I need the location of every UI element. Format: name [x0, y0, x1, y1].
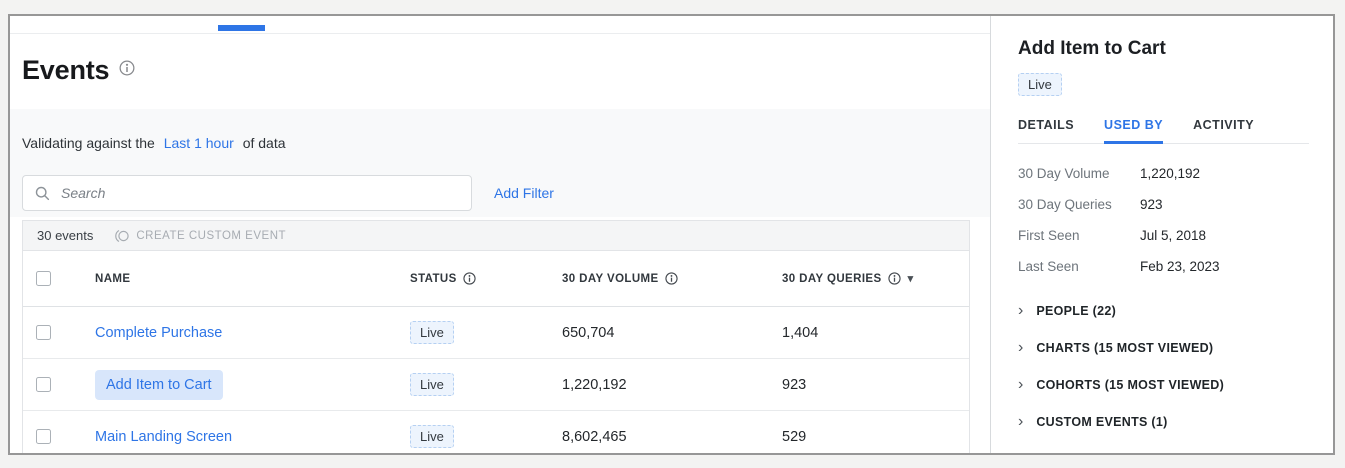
- queries-value: 529: [782, 429, 806, 445]
- time-range-link[interactable]: Last 1 hour: [164, 135, 234, 151]
- tab-used-by[interactable]: USED BY: [1104, 118, 1163, 144]
- section-people[interactable]: › PEOPLE (22): [1018, 292, 1309, 329]
- volume-info-icon[interactable]: [665, 272, 678, 285]
- tab-activity[interactable]: ACTIVITY: [1193, 118, 1254, 143]
- active-tab-indicator: [218, 25, 265, 31]
- detail-label: 30 Day Queries: [1018, 196, 1140, 214]
- row-checkbox[interactable]: [36, 325, 51, 340]
- custom-event-icon: [113, 229, 130, 243]
- detail-value: Feb 23, 2023: [1140, 258, 1220, 276]
- sort-descending-icon[interactable]: ▾: [908, 272, 914, 285]
- events-table: 30 events CREATE CUSTOM EVENT NAME STATU…: [22, 220, 970, 453]
- section-label: PEOPLE (22): [1036, 304, 1116, 318]
- search-icon: [35, 186, 50, 201]
- event-name-link[interactable]: Main Landing Screen: [95, 429, 232, 445]
- detail-row: 30 Day Queries 923: [1018, 196, 1309, 214]
- detail-value: 923: [1140, 196, 1163, 214]
- app-window: Events Validating against the Last 1 hou…: [8, 14, 1335, 455]
- section-cohorts[interactable]: › COHORTS (15 MOST VIEWED): [1018, 366, 1309, 403]
- search-placeholder: Search: [61, 185, 105, 201]
- validation-section: Validating against the Last 1 hour of da…: [10, 109, 990, 217]
- panel-sections: › PEOPLE (22) › CHARTS (15 MOST VIEWED) …: [1018, 292, 1309, 440]
- event-name-link[interactable]: Complete Purchase: [95, 325, 222, 341]
- page-header: Events: [10, 34, 990, 109]
- detail-value: Jul 5, 2018: [1140, 227, 1206, 245]
- status-badge: Live: [410, 321, 454, 344]
- event-count: 30 events: [37, 228, 93, 243]
- panel-title: Add Item to Cart: [1018, 38, 1309, 60]
- status-badge: Live: [410, 425, 454, 448]
- section-label: CHARTS (15 MOST VIEWED): [1036, 341, 1213, 355]
- validation-prefix: Validating against the: [22, 135, 155, 151]
- chevron-right-icon: ›: [1018, 303, 1023, 319]
- info-icon[interactable]: [119, 60, 135, 81]
- volume-value: 650,704: [562, 325, 614, 341]
- create-custom-event-button[interactable]: CREATE CUSTOM EVENT: [113, 229, 286, 243]
- column-header-name[interactable]: NAME: [95, 273, 130, 285]
- table-row: Main Landing Screen Live 8,602,465 529: [23, 411, 969, 453]
- select-all-checkbox[interactable]: [36, 271, 51, 286]
- section-charts[interactable]: › CHARTS (15 MOST VIEWED): [1018, 329, 1309, 366]
- column-header-volume[interactable]: 30 DAY VOLUME: [562, 273, 659, 285]
- column-header-status[interactable]: STATUS: [410, 273, 457, 285]
- volume-value: 1,220,192: [562, 377, 627, 393]
- detail-row: First Seen Jul 5, 2018: [1018, 227, 1309, 245]
- table-row-selected: Add Item to Cart Live 1,220,192 923: [23, 359, 969, 411]
- search-input[interactable]: Search: [22, 175, 472, 211]
- status-badge: Live: [410, 373, 454, 396]
- panel-details: 30 Day Volume 1,220,192 30 Day Queries 9…: [1018, 165, 1309, 276]
- panel-status-badge: Live: [1018, 73, 1062, 96]
- table-toolbar: 30 events CREATE CUSTOM EVENT: [23, 221, 969, 251]
- detail-value: 1,220,192: [1140, 165, 1200, 183]
- top-strip: [10, 16, 990, 34]
- status-info-icon[interactable]: [463, 272, 476, 285]
- detail-row: 30 Day Volume 1,220,192: [1018, 165, 1309, 183]
- detail-label: 30 Day Volume: [1018, 165, 1140, 183]
- chevron-right-icon: ›: [1018, 414, 1023, 430]
- event-name-link[interactable]: Add Item to Cart: [95, 370, 223, 400]
- section-label: CUSTOM EVENTS (1): [1036, 415, 1167, 429]
- panel-tabs: DETAILS USED BY ACTIVITY: [1018, 118, 1309, 144]
- main-area: Events Validating against the Last 1 hou…: [10, 16, 990, 453]
- tab-details[interactable]: DETAILS: [1018, 118, 1074, 143]
- validation-suffix: of data: [243, 135, 286, 151]
- row-checkbox[interactable]: [36, 377, 51, 392]
- detail-panel: Add Item to Cart Live DETAILS USED BY AC…: [990, 16, 1333, 453]
- section-custom-events[interactable]: › CUSTOM EVENTS (1): [1018, 403, 1309, 440]
- detail-label: First Seen: [1018, 227, 1140, 245]
- volume-value: 8,602,465: [562, 429, 627, 445]
- detail-label: Last Seen: [1018, 258, 1140, 276]
- create-custom-event-label: CREATE CUSTOM EVENT: [136, 230, 286, 242]
- row-checkbox[interactable]: [36, 429, 51, 444]
- add-filter-button[interactable]: Add Filter: [494, 185, 554, 201]
- queries-value: 1,404: [782, 325, 818, 341]
- page-title: Events: [22, 55, 109, 86]
- detail-row: Last Seen Feb 23, 2023: [1018, 258, 1309, 276]
- queries-info-icon[interactable]: [888, 272, 901, 285]
- chevron-right-icon: ›: [1018, 377, 1023, 393]
- queries-value: 923: [782, 377, 806, 393]
- column-header-queries[interactable]: 30 DAY QUERIES: [782, 273, 882, 285]
- chevron-right-icon: ›: [1018, 340, 1023, 356]
- validation-text: Validating against the Last 1 hour of da…: [22, 135, 970, 151]
- table-header-row: NAME STATUS 30 DAY VOLUME 30 DAY QUERIES…: [23, 251, 969, 307]
- table-row: Complete Purchase Live 650,704 1,404: [23, 307, 969, 359]
- section-label: COHORTS (15 MOST VIEWED): [1036, 378, 1224, 392]
